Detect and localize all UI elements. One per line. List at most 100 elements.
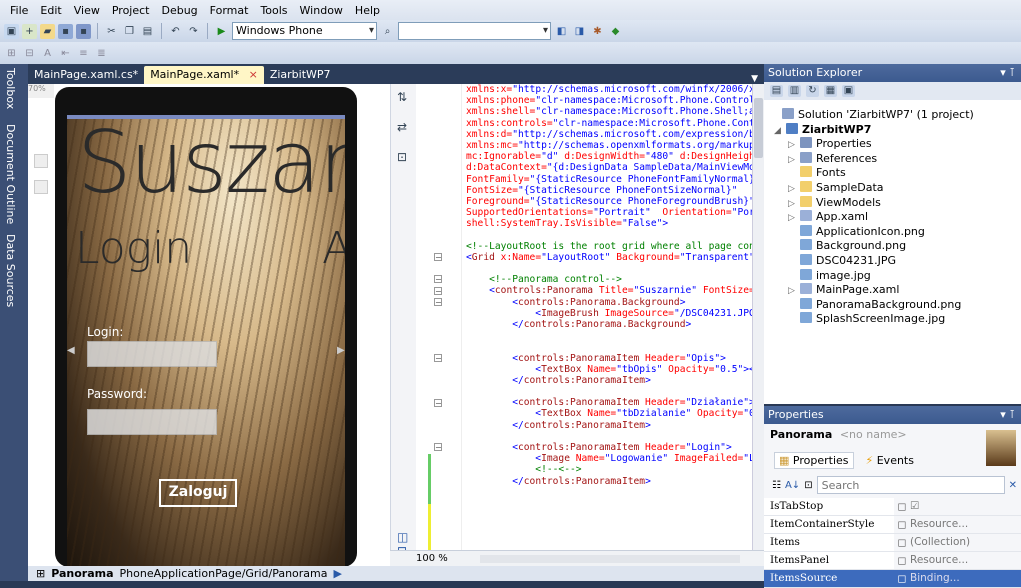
tab-ziarbitwp7[interactable]: ZiarbitWP7 bbox=[264, 66, 337, 84]
scroll-left-icon[interactable]: ◀ bbox=[67, 345, 75, 356]
outline-collapse-icon[interactable]: − bbox=[434, 398, 442, 407]
tree-item-background-png[interactable]: Background.png bbox=[770, 239, 974, 254]
tree-project[interactable]: ◢ ZiarbitWP7 bbox=[770, 122, 974, 139]
property-row[interactable]: IsTabStop ◻ ☑ bbox=[764, 498, 1021, 516]
properties-window-icon[interactable]: ◨ bbox=[572, 24, 587, 39]
zoom-level[interactable]: 100 % bbox=[416, 553, 448, 564]
categorized-icon[interactable]: ☷ bbox=[772, 480, 781, 491]
vertical-split-icon[interactable]: ⇄ bbox=[397, 120, 407, 134]
login-button[interactable]: Zaloguj bbox=[159, 479, 237, 507]
menu-item-view[interactable]: View bbox=[68, 4, 106, 17]
password-textbox[interactable] bbox=[87, 409, 217, 435]
clear-search-icon[interactable]: ✕ bbox=[1009, 480, 1017, 491]
new-project-icon[interactable]: ▣ bbox=[4, 23, 19, 39]
outline-collapse-icon[interactable]: − bbox=[434, 253, 442, 262]
open-icon[interactable]: ▰ bbox=[40, 23, 55, 39]
tab-mainpage-xaml[interactable]: MainPage.xaml* × bbox=[144, 66, 264, 84]
copy-icon[interactable]: ❐ bbox=[122, 24, 137, 39]
tab-mainpage-xaml-cs[interactable]: MainPage.xaml.cs* bbox=[28, 66, 144, 84]
extension-manager-icon[interactable]: ◆ bbox=[608, 24, 623, 39]
outline-collapse-icon[interactable]: − bbox=[434, 297, 442, 306]
outline-collapse-icon[interactable]: − bbox=[434, 353, 442, 362]
display-object-member-list-icon[interactable]: ⊞ bbox=[4, 46, 19, 61]
expand-arrow-icon[interactable]: ▷ bbox=[788, 197, 800, 212]
menu-item-format[interactable]: Format bbox=[204, 4, 255, 17]
property-marker-icon[interactable]: ◻ bbox=[894, 570, 910, 587]
tree-item-sampledata[interactable]: ▷ SampleData bbox=[770, 180, 974, 197]
scroll-right-icon[interactable]: ▶ bbox=[337, 345, 345, 356]
design-surface[interactable]: 70% Suszar Login A Login: Password: Zalo… bbox=[28, 84, 390, 566]
refresh-icon[interactable]: ↻ bbox=[806, 85, 819, 97]
property-row[interactable]: ItemsSource ◻ Binding... bbox=[764, 570, 1021, 588]
menu-item-file[interactable]: File bbox=[4, 4, 34, 17]
cut-icon[interactable]: ✂ bbox=[104, 24, 119, 39]
property-value[interactable]: Resource... bbox=[910, 516, 1021, 533]
code-vertical-scrollbar[interactable] bbox=[752, 84, 764, 550]
tree-item-image-jpg[interactable]: image.jpg bbox=[770, 268, 974, 284]
collapse-pane-icon[interactable]: ⊡ bbox=[397, 150, 407, 164]
start-debugging-icon[interactable]: ▶ bbox=[214, 24, 229, 39]
breadcrumb-panorama[interactable]: Panorama bbox=[51, 567, 113, 580]
property-marker-icon[interactable]: ◻ bbox=[894, 534, 910, 551]
property-marker-icon[interactable]: ◻ bbox=[894, 552, 910, 569]
expand-arrow-icon[interactable]: ▷ bbox=[788, 211, 800, 226]
menu-item-window[interactable]: Window bbox=[294, 4, 349, 17]
expand-arrow-icon[interactable]: ◢ bbox=[774, 124, 786, 139]
uncomment-icon[interactable]: ≣ bbox=[94, 46, 109, 61]
find-in-files-icon[interactable]: ⌕ bbox=[380, 24, 395, 39]
tree-item-applicationicon-png[interactable]: ApplicationIcon.png bbox=[770, 224, 974, 240]
property-value[interactable]: Binding... bbox=[910, 570, 1021, 587]
outline-collapse-icon[interactable]: − bbox=[434, 443, 442, 452]
property-row[interactable]: ItemContainerStyle ◻ Resource... bbox=[764, 516, 1021, 534]
tree-item-mainpage-xaml[interactable]: ▷ MainPage.xaml bbox=[770, 283, 974, 298]
tree-item-references[interactable]: ▷ References bbox=[770, 151, 974, 167]
tree-item-app-xaml[interactable]: ▷ App.xaml bbox=[770, 210, 974, 225]
document-outline-tab[interactable]: Document Outline bbox=[4, 124, 17, 224]
tab-dropdown-icon[interactable]: ▼ bbox=[751, 74, 764, 84]
view-designer-icon[interactable]: ▣ bbox=[842, 85, 855, 97]
menu-item-debug[interactable]: Debug bbox=[155, 4, 203, 17]
object-name[interactable]: <no name> bbox=[840, 428, 907, 441]
find-combo[interactable] bbox=[398, 22, 551, 40]
menu-item-edit[interactable]: Edit bbox=[34, 4, 67, 17]
breadcrumb-path[interactable]: PhoneApplicationPage/Grid/Panorama bbox=[120, 567, 328, 580]
comment-icon[interactable]: ≡ bbox=[76, 46, 91, 61]
expand-arrow-icon[interactable]: ▷ bbox=[788, 138, 800, 153]
tree-item-panoramabackground-png[interactable]: PanoramaBackground.png bbox=[770, 297, 974, 313]
property-row[interactable]: ItemsPanel ◻ Resource... bbox=[764, 552, 1021, 570]
xaml-editor[interactable]: − − − − − − − xmlns:x="http://schemas.microsof… bbox=[416, 84, 764, 550]
pin-icon[interactable]: ▾ ⊺ bbox=[1000, 406, 1021, 424]
designer-handle[interactable] bbox=[34, 180, 48, 194]
expand-arrow-icon[interactable]: ▷ bbox=[788, 182, 800, 197]
property-marker-icon[interactable]: ◻ bbox=[894, 516, 910, 533]
redo-icon[interactable]: ↷ bbox=[186, 24, 201, 39]
tab-properties[interactable]: ▦ Properties bbox=[774, 451, 854, 469]
solution-explorer-icon[interactable]: ◧ bbox=[554, 24, 569, 39]
alphabetical-icon[interactable]: A↓ bbox=[785, 480, 800, 491]
breadcrumb-arrow-icon[interactable]: ▶ bbox=[334, 567, 342, 580]
undo-icon[interactable]: ↶ bbox=[168, 24, 183, 39]
filter-icon[interactable]: ⊡ bbox=[804, 480, 812, 491]
tree-item-viewmodels[interactable]: ▷ ViewModels bbox=[770, 195, 974, 212]
property-row[interactable]: Items ◻ (Collection) bbox=[764, 534, 1021, 552]
code-text[interactable]: xmlns:x="http://schemas.microsoft.com/wi… bbox=[466, 84, 764, 487]
scroll-thumb[interactable] bbox=[754, 98, 763, 158]
horizontal-split-icon[interactable]: ◫ bbox=[397, 530, 408, 544]
menu-item-project[interactable]: Project bbox=[106, 4, 156, 17]
outline-collapse-icon[interactable]: − bbox=[434, 275, 442, 284]
view-code-icon[interactable]: ▦ bbox=[824, 85, 837, 97]
save-icon[interactable]: ▪ bbox=[58, 23, 73, 39]
paste-icon[interactable]: ▤ bbox=[140, 24, 155, 39]
zoom-box[interactable]: 70% bbox=[28, 84, 54, 98]
tree-item-splashscreenimage-jpg[interactable]: SplashScreenImage.jpg bbox=[770, 312, 974, 327]
tree-solution[interactable]: Solution 'ZiarbitWP7' (1 project) bbox=[770, 108, 974, 123]
swap-panes-icon[interactable]: ⇅ bbox=[397, 90, 407, 104]
designer-handle[interactable] bbox=[34, 154, 48, 168]
tree-item-dsc04231-jpg[interactable]: DSC04231.JPG bbox=[770, 253, 974, 269]
data-sources-tab[interactable]: Data Sources bbox=[4, 234, 17, 307]
deploy-target-combo[interactable]: Windows Phone Emulator bbox=[232, 22, 377, 53]
tree-item-fonts[interactable]: Fonts bbox=[770, 166, 974, 181]
properties-icon[interactable]: ▤ bbox=[770, 85, 783, 97]
quick-info-icon[interactable]: A bbox=[40, 46, 55, 61]
toolbox-tab[interactable]: Toolbox bbox=[4, 68, 17, 109]
